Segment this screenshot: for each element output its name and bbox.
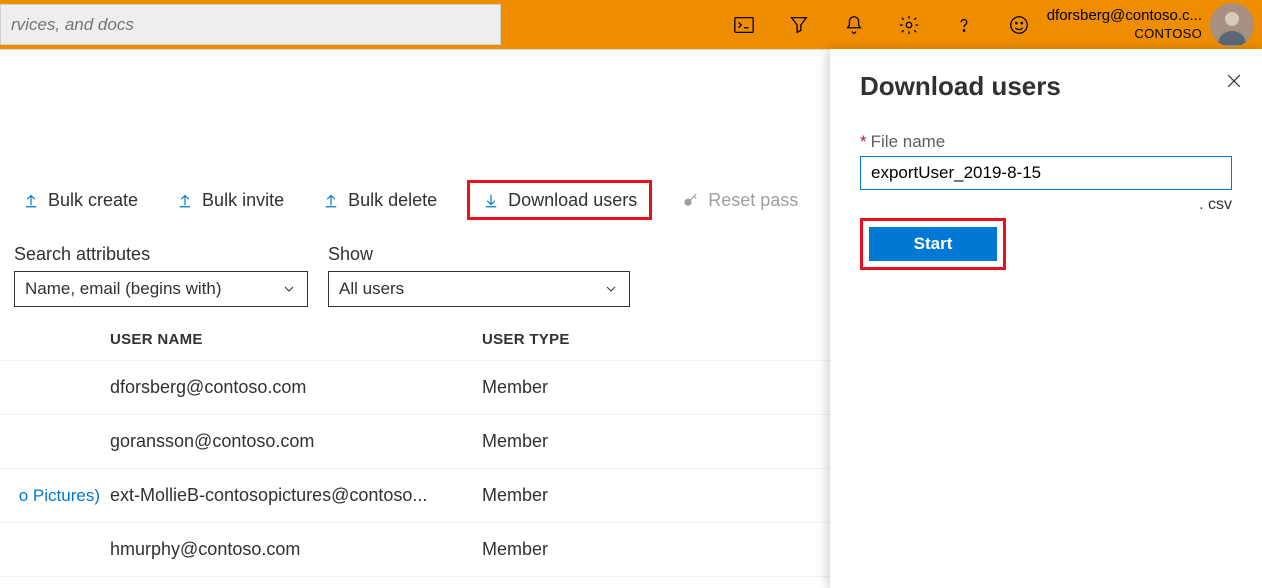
topbar-right: dforsberg@contoso.c... CONTOSO [501, 0, 1262, 49]
upload-icon [22, 191, 40, 209]
topbar-icons [677, 0, 1047, 49]
bulk-invite-button[interactable]: Bulk invite [168, 180, 292, 220]
bulk-delete-button[interactable]: Bulk delete [314, 180, 445, 220]
row-username: hmurphy@contoso.com [110, 539, 482, 560]
file-name-label-text: File name [871, 132, 946, 151]
row-username: goransson@contoso.com [110, 431, 482, 452]
reset-password-button: Reset pass [674, 180, 806, 220]
download-users-label: Download users [508, 190, 637, 211]
row-usertype: Member [482, 377, 548, 398]
avatar [1210, 3, 1254, 47]
start-button[interactable]: Start [869, 227, 997, 261]
row-usertype: Member [482, 539, 548, 560]
search-attributes-group: Search attributes Name, email (begins wi… [14, 244, 308, 307]
bulk-invite-label: Bulk invite [202, 190, 284, 211]
directory-filter-icon[interactable] [772, 0, 827, 49]
upload-icon [322, 191, 340, 209]
bulk-create-label: Bulk create [48, 190, 138, 211]
feedback-icon[interactable] [992, 0, 1047, 49]
col-usertype: USER TYPE [482, 331, 570, 348]
search-attributes-label: Search attributes [14, 244, 308, 265]
file-name-input[interactable] [860, 156, 1232, 190]
panel-title: Download users [860, 71, 1232, 102]
search-attributes-combo[interactable]: Name, email (begins with) [14, 271, 308, 307]
account-email: dforsberg@contoso.c... [1047, 6, 1202, 26]
cloud-shell-icon[interactable] [717, 0, 772, 49]
download-users-panel: Download users *File name . csv Start [830, 49, 1262, 588]
close-icon [1224, 71, 1244, 91]
key-icon [682, 191, 700, 209]
chevron-down-icon [603, 281, 619, 297]
chevron-down-icon [281, 281, 297, 297]
row-usertype: Member [482, 431, 548, 452]
download-icon [482, 191, 500, 209]
account-text: dforsberg@contoso.c... CONTOSO [1047, 6, 1202, 42]
show-group: Show All users [328, 244, 630, 307]
file-name-label: *File name [860, 132, 1232, 152]
notifications-icon[interactable] [827, 0, 882, 49]
show-combo[interactable]: All users [328, 271, 630, 307]
close-panel-button[interactable] [1220, 67, 1248, 95]
row-left-fragment: o Pictures) [0, 486, 110, 506]
global-search-input[interactable] [0, 4, 501, 45]
bulk-create-button[interactable]: Bulk create [14, 180, 146, 220]
top-bar: dforsberg@contoso.c... CONTOSO [0, 0, 1262, 49]
bulk-delete-label: Bulk delete [348, 190, 437, 211]
settings-icon[interactable] [882, 0, 937, 49]
account-org: CONTOSO [1047, 26, 1202, 43]
show-label: Show [328, 244, 630, 265]
row-username: ext-MollieB-contosopictures@contoso... [110, 485, 482, 506]
upload-icon [176, 191, 194, 209]
download-users-button[interactable]: Download users [467, 180, 652, 220]
help-icon[interactable] [937, 0, 992, 49]
row-usertype: Member [482, 485, 548, 506]
file-extension: . csv [860, 196, 1232, 214]
col-username: USER NAME [110, 331, 482, 348]
search-attributes-value: Name, email (begins with) [25, 279, 222, 299]
search-wrap [0, 0, 501, 49]
reset-password-label: Reset pass [708, 190, 798, 211]
show-value: All users [339, 279, 404, 299]
start-button-highlight: Start [860, 218, 1006, 270]
row-username: dforsberg@contoso.com [110, 377, 482, 398]
required-indicator: * [860, 132, 867, 151]
account-control[interactable]: dforsberg@contoso.c... CONTOSO [1047, 0, 1262, 49]
